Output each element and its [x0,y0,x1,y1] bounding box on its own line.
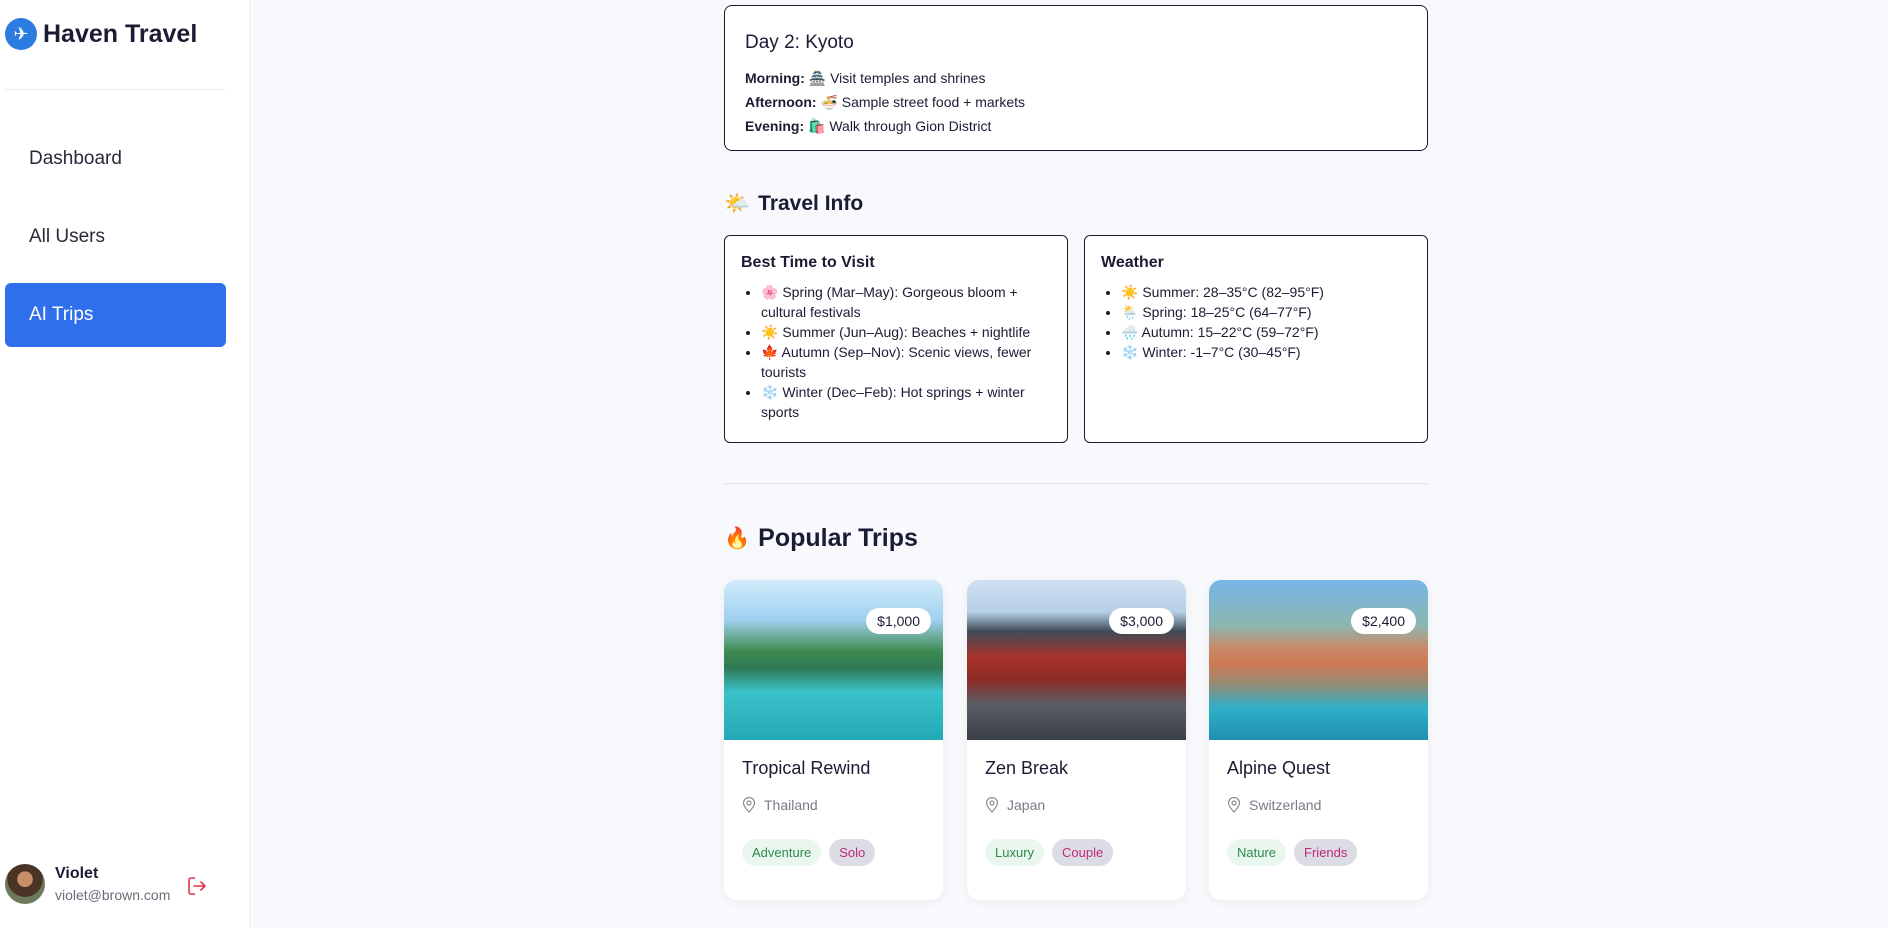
itinerary-evening: Evening: 🛍️ Walk through Gion District [745,114,1407,138]
trip-tags: Nature Friends [1227,839,1410,866]
brand-name: Haven Travel [43,19,198,48]
trip-tags: Adventure Solo [742,839,925,866]
trip-tags: Luxury Couple [985,839,1168,866]
afternoon-label: Afternoon: [745,94,817,110]
trip-name: Tropical Rewind [742,758,871,778]
trip-name: Alpine Quest [1227,758,1331,778]
travel-info-title: 🌤️ Travel Info [724,192,863,216]
tag: Friends [1294,839,1358,866]
tag: Nature [1227,839,1287,866]
weather-card: Weather ☀️ Summer: 28–35°C (82–95°F) 🌦️ … [1084,235,1428,443]
itinerary-morning: Morning: 🏯 Visit temples and shrines [745,66,1407,90]
list-item: 🌦️ Spring: 18–25°C (64–77°F) [1121,302,1411,322]
avatar [5,864,45,904]
tag: Luxury [985,839,1045,866]
divider [724,483,1428,484]
evening-text: 🛍️ Walk through Gion District [808,118,992,134]
user-profile: Violet violet@brown.com [5,864,206,904]
location-text: Thailand [764,797,818,813]
sidebar: ✈ Haven Travel Dashboard All Users AI Tr… [0,0,250,928]
list-item: 🍁 Autumn (Sep–Nov): Scenic views, fewer … [761,342,1051,382]
location-text: Switzerland [1249,797,1322,813]
sidebar-item-dashboard[interactable]: Dashboard [5,127,226,191]
airplane-globe-icon: ✈ [5,18,37,50]
evening-label: Evening: [745,118,805,134]
list-item: ☀️ Summer: 28–35°C (82–95°F) [1121,282,1411,302]
price-badge: $3,000 [1109,608,1174,634]
brand[interactable]: ✈ Haven Travel [5,18,197,50]
trip-name: Zen Break [985,758,1069,778]
day-title: Day 2: Kyoto [745,32,854,53]
weather-heading: Weather [1101,254,1164,271]
location-text: Japan [1007,797,1046,813]
travel-info-heading: Travel Info [758,192,864,215]
tag: Solo [829,839,876,866]
trip-location: Switzerland [1227,797,1410,813]
location-pin-icon [1227,797,1241,813]
trip-location: Thailand [742,797,925,813]
weather-list: ☀️ Summer: 28–35°C (82–95°F) 🌦️ Spring: … [1101,282,1411,362]
list-item: 🌸 Spring (Mar–May): Gorgeous bloom + cul… [761,282,1051,322]
itinerary-afternoon: Afternoon: 🍜 Sample street food + market… [745,90,1407,114]
trip-image: $2,400 [1209,580,1428,740]
list-item: ❄️ Winter: -1–7°C (30–45°F) [1121,342,1411,362]
trip-image: $3,000 [967,580,1186,740]
itinerary-day-card: Day 2: Kyoto Morning: 🏯 Visit temples an… [724,5,1428,151]
trip-image: $1,000 [724,580,943,740]
user-email: violet@brown.com [55,887,171,903]
sidebar-item-all-users[interactable]: All Users [5,205,226,269]
list-item: ☀️ Summer (Jun–Aug): Beaches + nightlife [761,322,1051,342]
best-time-card: Best Time to Visit 🌸 Spring (Mar–May): G… [724,235,1068,443]
morning-text: 🏯 Visit temples and shrines [808,70,986,86]
location-pin-icon [742,797,756,813]
afternoon-text: 🍜 Sample street food + markets [820,94,1026,110]
trip-card-tropical-rewind[interactable]: $1,000 Tropical Rewind Thailand Adventur… [724,580,943,900]
list-item: ❄️ Winter (Dec–Feb): Hot springs + winte… [761,382,1051,422]
logout-icon[interactable] [185,874,209,898]
popular-trips-heading: Popular Trips [758,524,918,552]
trip-card-zen-break[interactable]: $3,000 Zen Break Japan Luxury Couple [967,580,1186,900]
price-badge: $1,000 [866,608,931,634]
best-time-heading: Best Time to Visit [741,254,875,271]
fire-icon: 🔥 [724,526,751,550]
sidebar-item-ai-trips[interactable]: AI Trips [5,283,226,347]
price-badge: $2,400 [1351,608,1416,634]
morning-label: Morning: [745,70,805,86]
trip-card-alpine-quest[interactable]: $2,400 Alpine Quest Switzerland Nature F… [1209,580,1428,900]
list-item: 🌧️ Autumn: 15–22°C (59–72°F) [1121,322,1411,342]
divider [5,89,226,90]
popular-trips-title: 🔥 Popular Trips [724,524,918,553]
sun-cloud-icon: 🌤️ [724,192,751,215]
user-name: Violet [55,865,99,882]
trip-location: Japan [985,797,1168,813]
best-time-list: 🌸 Spring (Mar–May): Gorgeous bloom + cul… [741,282,1051,422]
location-pin-icon [985,797,999,813]
tag: Couple [1052,839,1114,866]
tag: Adventure [742,839,822,866]
sidebar-nav: Dashboard All Users AI Trips [5,127,226,361]
